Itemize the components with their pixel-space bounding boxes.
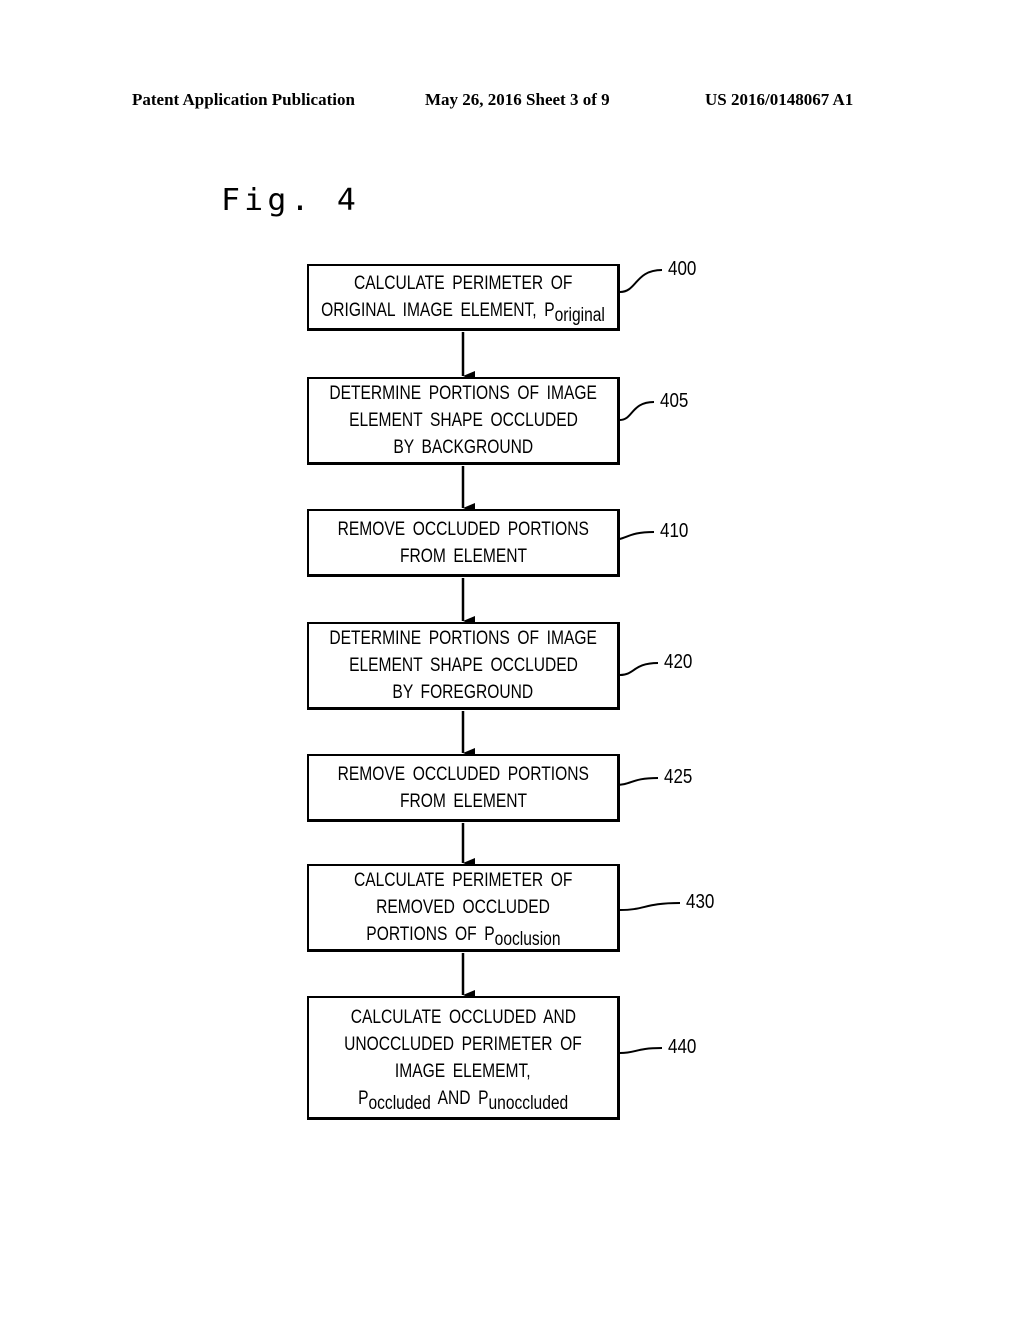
step-text-line: REMOVE OCCLUDED PORTIONS: [337, 763, 589, 785]
flow-step-440: CALCULATE OCCLUDED AND UNOCCLUDED PERIMET…: [307, 996, 620, 1120]
step-text-line: CALCULATE PERIMETER OF: [353, 870, 573, 891]
subscript: original: [554, 305, 605, 326]
flow-step-400: CALCULATE PERIMETER OF ORIGINAL IMAGE ELE…: [307, 264, 620, 331]
reference-numeral-410: 410: [660, 520, 689, 542]
reference-numeral-430: 430: [686, 891, 715, 913]
subscript: unoccluded: [488, 1092, 569, 1114]
step-text-line: FROM ELEMENT: [399, 790, 527, 812]
flow-step-405: DETERMINE PORTIONS OF IMAGE ELEMENT SHAPE…: [307, 377, 620, 465]
leader-line-430: [619, 902, 681, 911]
step-text-line: BY FOREGROUND: [392, 682, 534, 703]
reference-numeral-420: 420: [664, 651, 693, 673]
step-text-line-with-symbol: Poccluded AND Punoccluded: [357, 1085, 569, 1114]
reference-numeral-440: 440: [668, 1036, 697, 1058]
text-run: PORTIONS OF P: [365, 924, 495, 945]
subscript: ooclusion: [494, 929, 561, 950]
step-text-line: ELEMENT SHAPE OCCLUDED: [348, 655, 578, 676]
flow-step-410: REMOVE OCCLUDED PORTIONS FROM ELEMENT: [307, 509, 620, 577]
text-run: AND P: [430, 1087, 489, 1109]
flow-step-425: REMOVE OCCLUDED PORTIONS FROM ELEMENT: [307, 754, 620, 822]
flow-step-420: DETERMINE PORTIONS OF IMAGE ELEMENT SHAPE…: [307, 622, 620, 710]
step-text-line: IMAGE ELEMEMT,: [395, 1060, 531, 1082]
leader-line-420: [619, 662, 659, 676]
text-run: ORIGINAL IMAGE ELEMENT, P: [321, 300, 555, 321]
reference-numeral-425: 425: [664, 766, 693, 788]
step-text-line: DETERMINE PORTIONS OF IMAGE: [329, 383, 597, 404]
step-text-line: CALCULATE PERIMETER OF: [353, 273, 573, 294]
flow-step-430: CALCULATE PERIMETER OF REMOVED OCCLUDED PO…: [307, 864, 620, 952]
step-text-line: FROM ELEMENT: [399, 545, 527, 567]
step-text-line: ELEMENT SHAPE OCCLUDED: [348, 410, 578, 431]
leader-line-405: [619, 401, 655, 421]
step-text-line: CALCULATE OCCLUDED AND: [350, 1006, 576, 1028]
subscript: occluded: [368, 1092, 431, 1114]
leader-line-400: [619, 269, 663, 293]
step-text-line-with-symbol: ORIGINAL IMAGE ELEMENT, Poriginal: [321, 297, 605, 326]
leader-line-440: [619, 1047, 663, 1054]
step-text-line: UNOCCLUDED PERIMETER OF: [344, 1033, 582, 1055]
leader-line-425: [614, 777, 659, 786]
step-text-line: DETERMINE PORTIONS OF IMAGE: [329, 628, 597, 649]
reference-numeral-405: 405: [660, 390, 689, 412]
step-text-line: REMOVED OCCLUDED: [376, 897, 550, 918]
step-text-line: REMOVE OCCLUDED PORTIONS: [337, 518, 589, 540]
text-run: P: [357, 1087, 369, 1109]
step-text-line: BY BACKGROUND: [393, 437, 533, 458]
reference-numeral-400: 400: [668, 258, 697, 280]
step-text-line-with-symbol: PORTIONS OF Pooclusion: [365, 921, 561, 950]
